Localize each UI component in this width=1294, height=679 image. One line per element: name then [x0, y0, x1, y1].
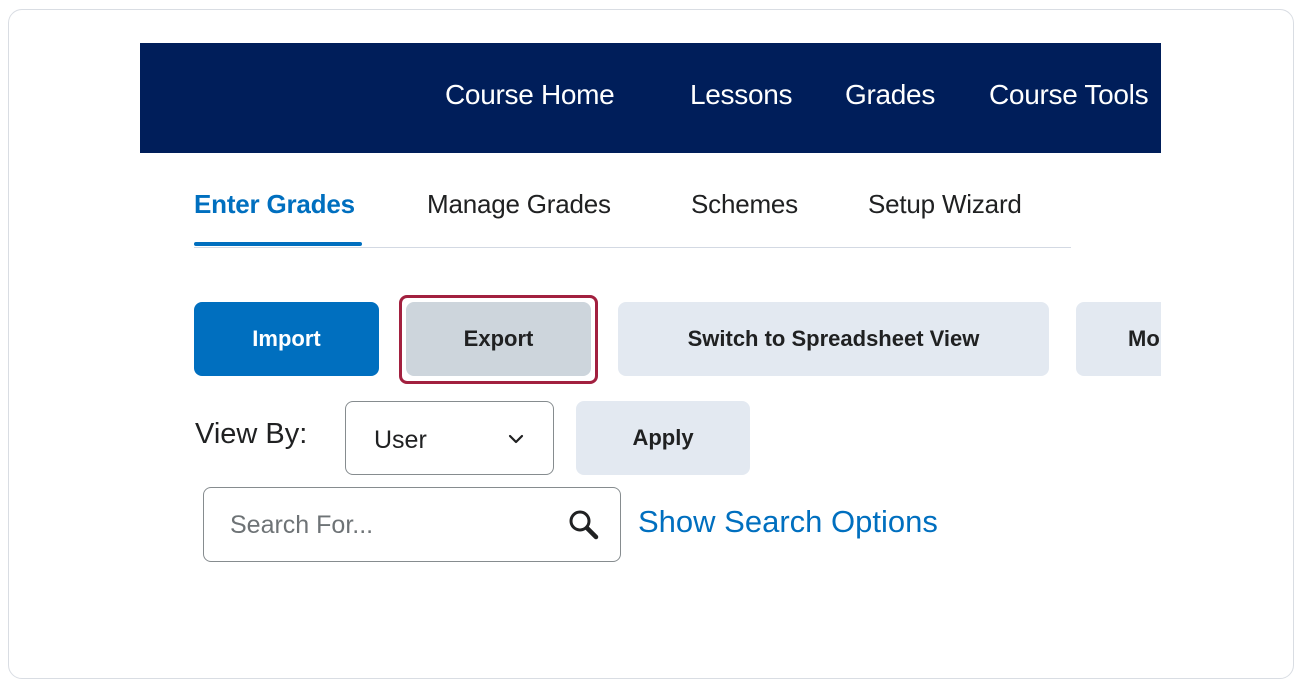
apply-button[interactable]: Apply	[576, 401, 750, 475]
nav-grades[interactable]: Grades	[845, 79, 935, 111]
switch-to-spreadsheet-button[interactable]: Switch to Spreadsheet View	[618, 302, 1049, 376]
nav-course-tools[interactable]: Course Tools	[989, 79, 1149, 111]
export-highlight	[399, 295, 598, 384]
view-by-label: View By:	[195, 418, 308, 450]
grades-tabs: Enter Grades Manage Grades Schemes Setup…	[194, 153, 1071, 248]
view-by-select[interactable]: User	[345, 401, 554, 475]
nav-lessons[interactable]: Lessons	[690, 79, 793, 111]
active-tab-indicator	[194, 242, 362, 246]
app-viewport: Course Home Lessons Grades Course Tools …	[140, 43, 1161, 603]
tab-setup-wizard[interactable]: Setup Wizard	[868, 189, 1022, 220]
show-search-options-link[interactable]: Show Search Options	[638, 504, 938, 540]
search-input[interactable]	[230, 506, 550, 544]
more-actions-button[interactable]: More Actions	[1076, 302, 1161, 376]
chevron-down-icon	[508, 434, 524, 444]
import-button[interactable]: Import	[194, 302, 379, 376]
search-icon[interactable]	[567, 508, 601, 542]
view-by-selected: User	[374, 426, 427, 454]
search-field	[203, 487, 621, 562]
course-navbar: Course Home Lessons Grades Course Tools	[140, 43, 1161, 153]
tab-manage-grades[interactable]: Manage Grades	[427, 189, 611, 220]
tab-enter-grades[interactable]: Enter Grades	[194, 189, 355, 220]
tab-schemes[interactable]: Schemes	[691, 189, 798, 220]
nav-course-home[interactable]: Course Home	[445, 79, 615, 111]
